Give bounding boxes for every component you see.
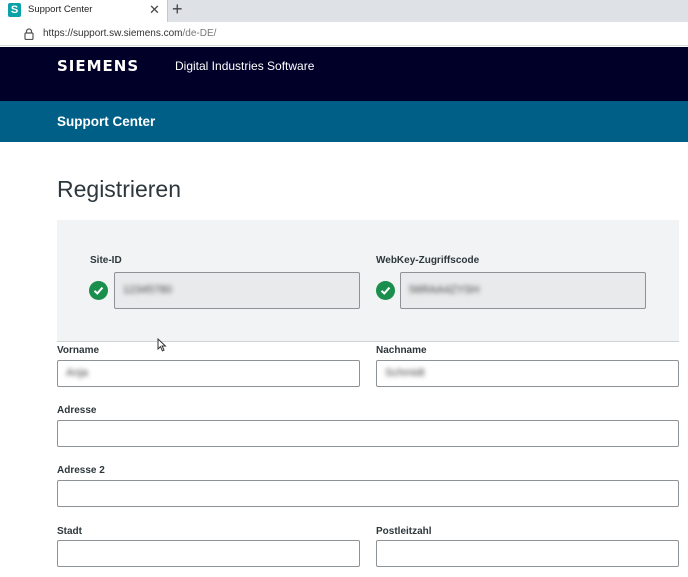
first-name-label: Vorname [57,345,100,356]
url-host: https://support.sw.siemens.com [43,28,183,39]
url-text[interactable]: https://support.sw.siemens.com/de-DE/ [43,28,216,39]
siemens-logo[interactable]: SIEMENS [57,57,139,75]
site-id-label: Site-ID [90,255,122,266]
site-id-value: 12345780 [123,284,172,296]
zip-label: Postleitzahl [376,526,432,537]
lock-icon [24,28,34,40]
browser-tab[interactable]: S Support Center ✕ [0,0,168,22]
check-icon [376,281,395,300]
first-name-field[interactable]: Anja [57,360,360,387]
webkey-value: 56RAA4ZYSH [409,284,480,296]
last-name-label: Nachname [376,345,427,356]
last-name-field[interactable]: Schmidt [376,360,679,387]
address-label: Adresse [57,405,97,416]
site-id-field[interactable]: 12345780 [114,272,360,309]
browser-tab-bar: S Support Center ✕ + [0,0,688,22]
new-tab-icon[interactable]: + [172,0,183,20]
close-tab-icon[interactable]: ✕ [149,2,160,18]
address-bar[interactable]: https://support.sw.siemens.com/de-DE/ [0,22,688,46]
division-name: Digital Industries Software [175,59,315,73]
last-name-value: Schmidt [385,367,425,379]
address2-label: Adresse 2 [57,465,105,476]
city-field[interactable] [57,540,360,567]
url-path: /de-DE/ [182,28,217,39]
city-label: Stadt [57,526,82,537]
mouse-cursor-icon [157,338,167,352]
tab-title: Support Center [28,4,93,15]
siemens-favicon-icon: S [8,3,21,17]
address2-field[interactable] [57,480,679,507]
zip-field[interactable] [376,540,679,567]
webkey-field[interactable]: 56RAA4ZYSH [400,272,646,309]
first-name-value: Anja [66,367,89,379]
check-icon [89,281,108,300]
support-center-title[interactable]: Support Center [57,114,155,129]
address-field[interactable] [57,420,679,447]
webkey-label: WebKey-Zugriffscode [376,255,480,266]
page-title: Registrieren [57,176,181,202]
